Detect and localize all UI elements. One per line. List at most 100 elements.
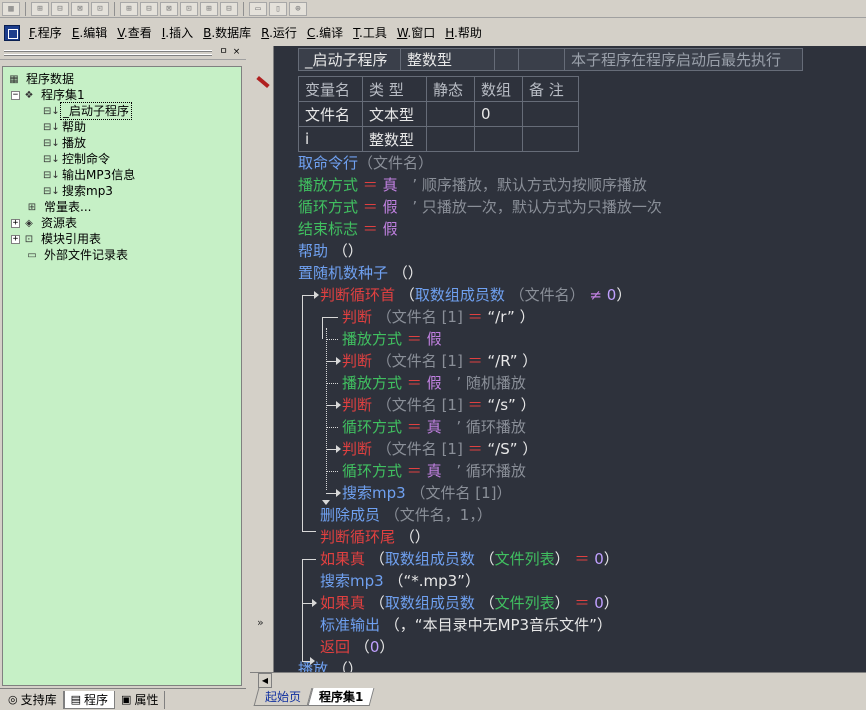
code-line[interactable]: 播放方式 ＝ 真 ’ 顺序播放，默认方式为按顺序播放 — [298, 174, 647, 196]
app-logo-icon[interactable] — [4, 25, 20, 41]
return-type-cell[interactable]: 整数型 — [400, 48, 495, 71]
toolbar-button[interactable]: ▦ — [2, 1, 20, 16]
panel-grip[interactable] — [4, 54, 212, 56]
expand-icon[interactable]: + — [11, 218, 20, 228]
code-line[interactable]: 循环方式 ＝ 真 ’ 循环播放 — [342, 460, 526, 482]
code-editor[interactable]: » _启动子程序 整数型 本子程序在程序启动后最先执行 变量名 类 型 静态 数… — [250, 46, 866, 672]
table-cell[interactable] — [426, 101, 475, 127]
tab-assembly1[interactable]: 程序集1 — [307, 688, 375, 706]
toolbar-button[interactable]: ⊞ — [200, 1, 218, 16]
toolbar-button[interactable]: ▭ — [249, 1, 267, 16]
code-line[interactable]: 取命令行（文件名） — [298, 152, 433, 174]
toolbar-button[interactable]: ⊟ — [220, 1, 238, 16]
table-cell[interactable] — [522, 101, 579, 127]
sub-name-cell[interactable]: _启动子程序 — [298, 48, 401, 71]
toolbar-button[interactable]: ⊞ — [120, 1, 138, 16]
tab-library[interactable]: ◎ 支持库 — [2, 690, 64, 709]
tree-item-control-sub[interactable]: ⊟↓ 控制命令 — [5, 151, 241, 167]
code-line[interactable]: 判断 （文件名 [1] ＝ “/r” ） — [342, 306, 535, 328]
pin-icon[interactable]: ㅁ — [218, 47, 229, 58]
code-line[interactable]: 置随机数种子 （） — [298, 262, 423, 284]
toolbar-button[interactable]: ▯ — [269, 1, 287, 16]
tree-item-modules[interactable]: + ⊡ 模块引用表 — [5, 231, 241, 247]
table-cell[interactable]: 文件名 — [298, 101, 363, 127]
code-line[interactable]: 搜索mp3 （文件名 [1]） — [342, 482, 512, 504]
menu-view[interactable]: V.查看 — [112, 22, 157, 44]
close-icon[interactable]: × — [231, 47, 242, 58]
toolbar-separator — [243, 1, 244, 16]
code-line[interactable]: 标准输出 （，“本目录中无MP3音乐文件”） — [320, 614, 612, 636]
code-line[interactable]: 判断 （文件名 [1] ＝ “/s” ） — [342, 394, 536, 416]
tree-item-external-files[interactable]: ▭ 外部文件记录表 — [5, 247, 241, 263]
table-cell[interactable]: 0 — [474, 101, 523, 127]
table-cell[interactable] — [474, 126, 523, 152]
token: ’ 只播放一次，默认方式为只播放一次 — [412, 198, 662, 216]
code-line[interactable]: 播放方式 ＝ 假 ’ 随机播放 — [342, 372, 526, 394]
code-line[interactable]: 帮助 （） — [298, 240, 363, 262]
toolbar-button[interactable]: ⊕ — [289, 1, 307, 16]
tree-item-mp3info-sub[interactable]: ⊟↓ 输出MP3信息 — [5, 167, 241, 183]
toolbar-button[interactable]: ⊡ — [91, 1, 109, 16]
code-line[interactable]: 结束标志 ＝ 假 — [298, 218, 398, 240]
code-line[interactable]: 判断 （文件名 [1] ＝ “/R” ） — [342, 350, 537, 372]
toolbar-button[interactable]: ⊡ — [180, 1, 198, 16]
code-line[interactable]: 循环方式 ＝ 假 ’ 只播放一次，默认方式为只播放一次 — [298, 196, 662, 218]
tree-item-play-sub[interactable]: ⊟↓ 播放 — [5, 135, 241, 151]
horizontal-scrollbar[interactable]: ◀ — [250, 672, 866, 688]
code-line[interactable]: 如果真 （取数组成员数 （文件列表） ＝ 0） — [320, 592, 619, 614]
toolbar-button[interactable]: ⊞ — [31, 1, 49, 16]
collapse-icon[interactable]: − — [11, 90, 20, 100]
code-line[interactable]: 播放方式 ＝ 假 — [342, 328, 442, 350]
empty-cell[interactable] — [494, 48, 519, 71]
tree-item-startup-sub[interactable]: ⊟↓ _启动子程序 — [5, 102, 241, 120]
fold-marker-icon[interactable]: » — [257, 616, 264, 629]
menu-edit[interactable]: E.编辑 — [67, 22, 112, 44]
scroll-left-icon[interactable]: ◀ — [258, 673, 272, 688]
menu-help[interactable]: H.帮助 — [440, 22, 487, 44]
menu-database[interactable]: B.数据库 — [198, 22, 256, 44]
table-cell[interactable] — [522, 126, 579, 152]
table-cell[interactable]: 文本型 — [362, 101, 427, 127]
toolbar-button[interactable]: ⊠ — [71, 1, 89, 16]
toolbar-button[interactable]: ⊟ — [140, 1, 158, 16]
expand-icon[interactable]: + — [11, 234, 20, 244]
toolbar-button[interactable]: ⊟ — [51, 1, 69, 16]
menu-insert[interactable]: I.插入 — [157, 22, 198, 44]
tab-program[interactable]: ▤ 程序 — [63, 690, 116, 709]
arrow-icon — [336, 357, 341, 365]
code-line[interactable]: 循环方式 ＝ 真 ’ 循环播放 — [342, 416, 526, 438]
code-line[interactable]: 如果真 （取数组成员数 （文件列表） ＝ 0） — [320, 548, 619, 570]
toolbar-button[interactable]: ⊠ — [160, 1, 178, 16]
tree-item-search-sub[interactable]: ⊟↓ 搜索mp3 — [5, 183, 241, 199]
tree-item-resources[interactable]: + ◈ 资源表 — [5, 215, 241, 231]
menu-run[interactable]: R.运行 — [256, 22, 302, 44]
tree-item-program-data[interactable]: ▦ 程序数据 — [5, 71, 241, 87]
code-line[interactable]: 搜索mp3 （“*.mp3”） — [320, 570, 480, 592]
tree-item-constants[interactable]: ⊞ 常量表... — [5, 199, 241, 215]
menu-compile[interactable]: C.编译 — [302, 22, 348, 44]
empty-cell[interactable] — [518, 48, 565, 71]
code-area[interactable]: _启动子程序 整数型 本子程序在程序启动后最先执行 变量名 类 型 静态 数组 … — [274, 46, 866, 672]
tree-item-help-sub[interactable]: ⊟↓ 帮助 — [5, 119, 241, 135]
tree-item-assembly[interactable]: − ❖ 程序集1 — [5, 87, 241, 103]
table-cell[interactable] — [426, 126, 475, 152]
tab-start-page[interactable]: 起始页 — [253, 688, 313, 706]
menu-tools[interactable]: T.工具 — [348, 22, 392, 44]
tab-properties[interactable]: ▣ 属性 — [115, 690, 166, 709]
token: 0 — [606, 286, 617, 304]
panel-grip[interactable] — [4, 50, 212, 52]
code-line[interactable]: 判断 （文件名 [1] ＝ “/S” ） — [342, 438, 537, 460]
menu-program[interactable]: F.程序 — [24, 22, 67, 44]
code-line[interactable]: 判断循环尾 （） — [320, 526, 430, 548]
token: （） — [332, 242, 363, 260]
sub-comment-cell[interactable]: 本子程序在程序启动后最先执行 — [564, 48, 803, 71]
token: 结束标志 — [298, 220, 359, 238]
code-line[interactable]: 判断循环首 （取数组成员数 （文件名） ≠ 0） — [320, 284, 631, 306]
table-cell[interactable]: 整数型 — [362, 126, 427, 152]
menu-window[interactable]: W.窗口 — [392, 22, 440, 44]
code-line[interactable]: 返回 （0） — [320, 636, 394, 658]
arrow-icon — [336, 489, 341, 497]
code-line[interactable]: 删除成员 （文件名，1，） — [320, 504, 492, 526]
table-cell[interactable]: i — [298, 126, 363, 152]
token: ＝ — [467, 440, 483, 458]
